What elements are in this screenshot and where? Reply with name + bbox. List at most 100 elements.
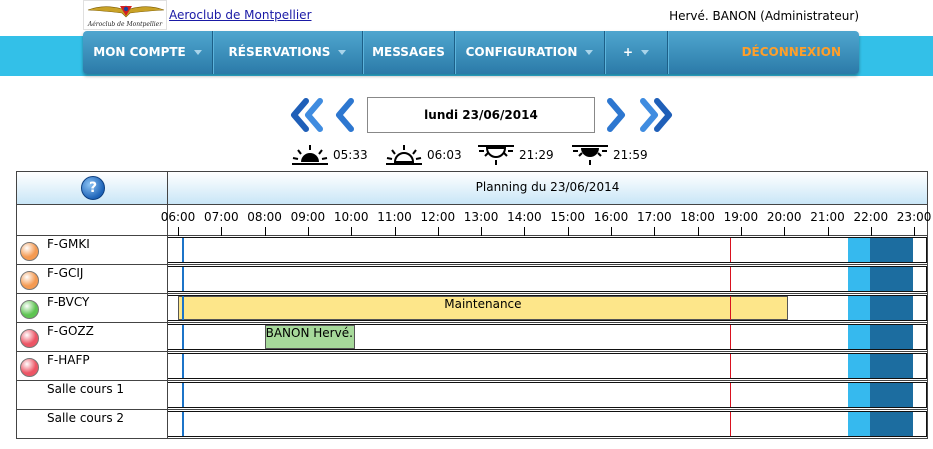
- resource-label[interactable]: F-HAFP: [17, 352, 168, 380]
- sunrise-dawn-icon: [292, 145, 328, 165]
- nav-configuration[interactable]: CONFIGURATION: [455, 31, 605, 74]
- left-arrow-icon[interactable]: [333, 97, 357, 133]
- night-zone: [870, 325, 913, 349]
- dusk-zone: [848, 383, 871, 407]
- chevron-down-icon: [193, 50, 202, 55]
- help-icon[interactable]: ?: [81, 176, 105, 200]
- dusk-zone: [848, 238, 871, 262]
- sun-time-label: 05:33: [333, 148, 368, 162]
- nav-messages[interactable]: MESSAGES: [363, 31, 455, 74]
- resource-label[interactable]: F-GOZZ: [17, 323, 168, 351]
- night-zone: [870, 267, 913, 291]
- hour-label: 22:00: [853, 210, 889, 224]
- resource-track[interactable]: [168, 266, 927, 292]
- site-link[interactable]: Aeroclub de Montpellier: [169, 8, 312, 22]
- hour-label: 08:00: [247, 210, 282, 224]
- resource-track[interactable]: [168, 382, 927, 408]
- hour-tick: [654, 227, 655, 236]
- right-arrow-icon[interactable]: [604, 97, 628, 133]
- hour-label: 19:00: [723, 210, 759, 224]
- night-zone: [870, 412, 913, 436]
- resource-label[interactable]: F-BVCY: [17, 294, 168, 322]
- hour-tick: [438, 227, 439, 236]
- resource-track[interactable]: [168, 353, 927, 379]
- double-left-arrow-icon[interactable]: [289, 97, 325, 133]
- dusk-zone: [848, 296, 871, 320]
- double-right-arrow-icon[interactable]: [638, 97, 674, 133]
- hour-tick: [871, 227, 872, 236]
- resource-track[interactable]: Maintenance: [168, 295, 927, 321]
- planning-title: Planning du 23/06/2014: [168, 172, 927, 205]
- hour-tick: [178, 227, 179, 236]
- sun-time-dusk: 21:59: [570, 142, 648, 168]
- resource-row: F-HAFP: [17, 352, 927, 381]
- resource-name: Salle cours 1: [47, 382, 125, 396]
- hour-label: 12:00: [420, 210, 456, 224]
- night-zone: [870, 296, 913, 320]
- nav-label: CONFIGURATION: [465, 45, 578, 59]
- sunset-dusk-icon: [572, 145, 608, 165]
- resource-name: F-BVCY: [47, 295, 90, 309]
- resource-track[interactable]: BANON Hervé.: [168, 324, 927, 350]
- resource-row: Salle cours 2: [17, 410, 927, 439]
- hour-tick: [914, 227, 915, 236]
- resource-track[interactable]: [168, 237, 927, 263]
- reservation-block[interactable]: Maintenance: [178, 296, 788, 320]
- sun-time-label: 21:29: [519, 148, 554, 162]
- nav-mon-compte[interactable]: MON COMPTE: [83, 31, 213, 74]
- sun-time-sunrise: 06:03: [384, 142, 462, 168]
- current-date[interactable]: lundi 23/06/2014: [367, 97, 595, 133]
- hour-label: 10:00: [333, 210, 369, 224]
- time-marker-line: [730, 267, 732, 291]
- resource-name: F-GCIJ: [47, 266, 84, 280]
- hours-header: 06:00 07:00 08:00 09:00 10:00 11:00 12:00 13:00…: [17, 205, 931, 236]
- hour-label: 15:00: [550, 210, 585, 224]
- resource-label[interactable]: F-GCIJ: [17, 265, 168, 293]
- hour-tick: [395, 227, 396, 236]
- nav-plus[interactable]: +: [605, 31, 668, 74]
- night-zone: [870, 354, 913, 378]
- resource-row: F-GCIJ: [17, 265, 927, 294]
- current-time-line: [181, 325, 184, 349]
- sun-time-sunset: 21:29: [476, 142, 554, 168]
- hours-header-spacer: [17, 205, 168, 236]
- night-zone: [870, 238, 913, 262]
- chevron-down-icon: [338, 50, 347, 55]
- hour-label: 07:00: [204, 210, 239, 224]
- reservation-block[interactable]: BANON Hervé.: [264, 325, 355, 349]
- hour-tick: [698, 227, 699, 236]
- nav-label: MESSAGES: [372, 45, 445, 59]
- hour-tick: [308, 227, 309, 236]
- hour-label: 21:00: [810, 210, 845, 224]
- current-time-line: [181, 296, 184, 320]
- dusk-zone: [848, 354, 871, 378]
- resource-row: Salle cours 1: [17, 381, 927, 410]
- hour-tick: [741, 227, 742, 236]
- club-logo: Aéroclub de Montpellier: [83, 0, 167, 30]
- logout-link[interactable]: DÉCONNEXION: [742, 31, 841, 74]
- resource-track[interactable]: [168, 411, 927, 437]
- resource-name: F-HAFP: [47, 353, 90, 367]
- dusk-zone: [848, 267, 871, 291]
- time-marker-line: [730, 354, 732, 378]
- resource-name: F-GOZZ: [47, 324, 94, 338]
- nav-label: RÉSERVATIONS: [228, 45, 331, 59]
- dusk-zone: [848, 325, 871, 349]
- status-green-icon: [20, 300, 39, 319]
- sun-time-label: 06:03: [427, 148, 462, 162]
- current-time-line: [181, 383, 184, 407]
- resource-label[interactable]: F-GMKI: [17, 236, 168, 264]
- hour-label: 13:00: [463, 210, 499, 224]
- hour-tick: [481, 227, 482, 236]
- sunrise-icon: [386, 145, 422, 165]
- resource-row: F-BVCY Maintenance: [17, 294, 927, 323]
- nav-reservations[interactable]: RÉSERVATIONS: [213, 31, 363, 74]
- time-marker-line: [730, 296, 732, 320]
- resource-name: F-GMKI: [47, 237, 90, 251]
- chevron-down-icon: [585, 50, 594, 55]
- resource-label[interactable]: Salle cours 1: [17, 381, 168, 409]
- hour-label: 11:00: [377, 210, 412, 224]
- resource-label[interactable]: Salle cours 2: [17, 410, 168, 438]
- hour-label: 23:00: [896, 210, 932, 224]
- current-time-line: [181, 412, 184, 436]
